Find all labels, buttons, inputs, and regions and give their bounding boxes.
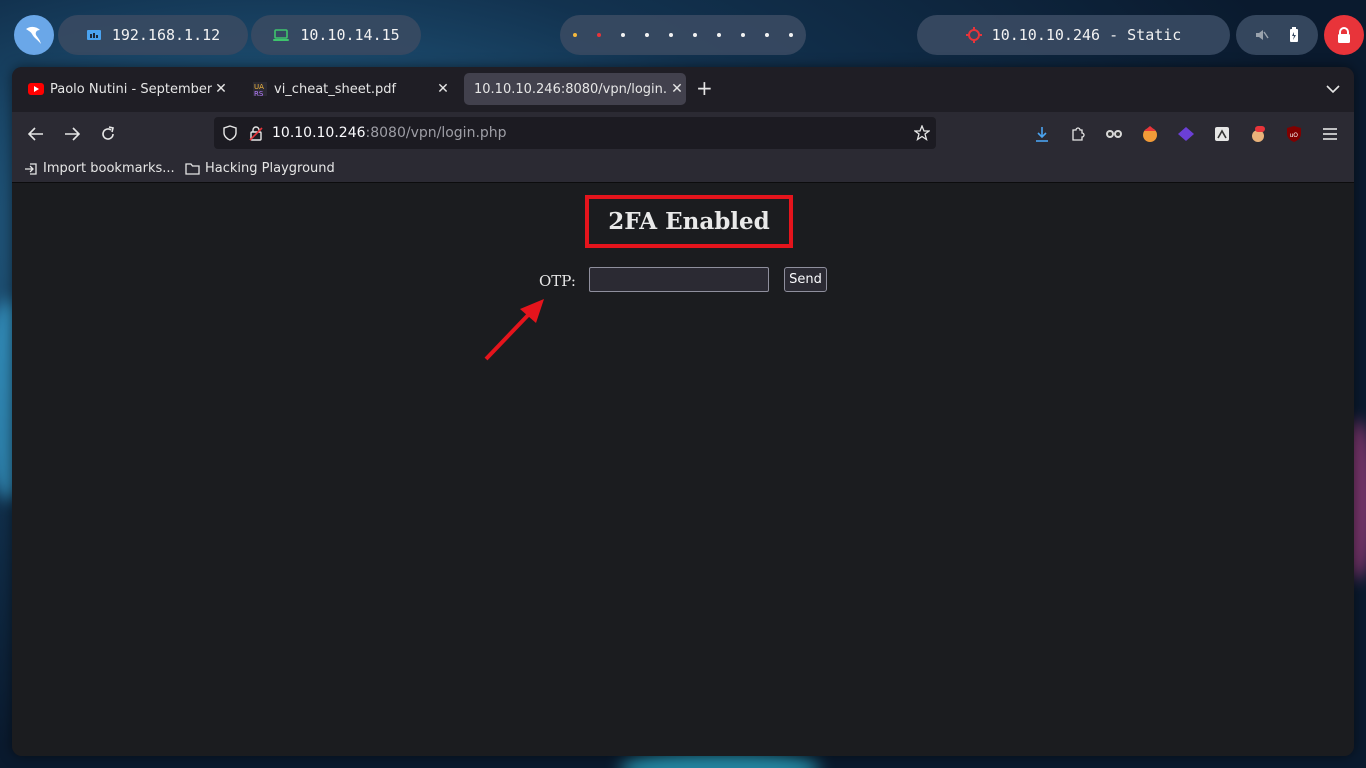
- bookmark-import[interactable]: Import bookmarks...: [24, 161, 175, 176]
- system-tray[interactable]: [1236, 15, 1318, 55]
- lock-screen-button[interactable]: [1324, 15, 1364, 55]
- page-content: 2FA Enabled OTP: Send: [12, 183, 1354, 756]
- folder-icon: [185, 163, 200, 175]
- url-path: :8080/vpn/login.php: [365, 125, 507, 141]
- workspace-dot[interactable]: [573, 33, 577, 37]
- hack-tools-icon[interactable]: [1212, 124, 1232, 144]
- workspace-dot[interactable]: [669, 33, 673, 37]
- target-ip-text: 10.10.10.246 - Static: [991, 26, 1182, 44]
- extensions-puzzle-icon[interactable]: [1068, 124, 1088, 144]
- cookie-editor-icon[interactable]: [1140, 124, 1160, 144]
- new-tab-plus-icon[interactable]: +: [696, 76, 713, 100]
- forward-arrow-icon[interactable]: [62, 124, 82, 144]
- tab-label: 10.10.10.246:8080/vpn/login.p: [474, 81, 668, 97]
- send-button[interactable]: Send: [784, 267, 827, 292]
- svg-text:uO: uO: [1290, 132, 1299, 139]
- workspace-dot[interactable]: [621, 33, 625, 37]
- target-ip-widget[interactable]: 10.10.10.246 - Static: [917, 15, 1230, 55]
- bookmark-label: Hacking Playground: [205, 161, 335, 176]
- tab-close-icon[interactable]: ✕: [434, 81, 452, 97]
- page-title: 2FA Enabled: [608, 208, 770, 235]
- vpn-ip-widget[interactable]: 10.10.14.15: [251, 15, 421, 55]
- menu-hamburger-icon[interactable]: [1320, 124, 1340, 144]
- browser-window: Paolo Nutini - September 2 ✕ UA RS vi_che…: [12, 67, 1354, 756]
- import-icon: [25, 162, 37, 175]
- tab-youtube[interactable]: Paolo Nutini - September 2 ✕: [18, 73, 230, 105]
- ublock-origin-icon[interactable]: uO: [1284, 124, 1304, 144]
- workspace-switcher[interactable]: [560, 15, 806, 55]
- volume-muted-icon[interactable]: [1255, 28, 1269, 42]
- foxyproxy-icon[interactable]: [1104, 124, 1124, 144]
- workspace-dot[interactable]: [645, 33, 649, 37]
- workspace-dot[interactable]: [717, 33, 721, 37]
- vpn-ip-text: 10.10.14.15: [300, 26, 400, 44]
- app-launcher-button[interactable]: [14, 15, 54, 55]
- lock-icon: [1338, 27, 1350, 43]
- shield-icon[interactable]: [223, 125, 237, 141]
- tab-bar: Paolo Nutini - September 2 ✕ UA RS vi_che…: [12, 67, 1354, 112]
- tab-pdf[interactable]: UA RS vi_cheat_sheet.pdf ✕: [242, 73, 452, 105]
- insecure-lock-icon[interactable]: [249, 125, 263, 141]
- local-ip-text: 192.168.1.12: [111, 26, 221, 44]
- bookmark-label: Import bookmarks...: [43, 161, 175, 176]
- bookmark-star-icon[interactable]: [914, 125, 930, 141]
- network-icon: [86, 28, 102, 42]
- back-arrow-icon[interactable]: [26, 124, 46, 144]
- target-crosshair-icon: [965, 27, 982, 43]
- tab-label: Paolo Nutini - September 2: [50, 81, 212, 97]
- url-host: 10.10.10.246: [272, 125, 366, 141]
- downloads-icon[interactable]: [1032, 124, 1052, 144]
- tab-close-icon[interactable]: ✕: [212, 81, 230, 97]
- workspace-dot[interactable]: [789, 33, 793, 37]
- workspace-dot[interactable]: [693, 33, 697, 37]
- wappalyzer-icon[interactable]: [1176, 124, 1196, 144]
- heading-highlight-box: 2FA Enabled: [585, 195, 793, 248]
- workspace-dot[interactable]: [597, 33, 601, 37]
- local-ip-widget[interactable]: 192.168.1.12: [58, 15, 248, 55]
- annotation-arrow-icon: [484, 299, 544, 361]
- top-panel: 192.168.1.12 10.10.14.15 10.10.10.246 - …: [0, 0, 1366, 70]
- navigation-toolbar: 10.10.10.246:8080/vpn/login.php uO: [12, 112, 1354, 155]
- tab-close-icon[interactable]: ✕: [668, 81, 686, 97]
- battery-icon[interactable]: [1289, 27, 1299, 43]
- pdf-icon: UA RS: [252, 81, 268, 97]
- otp-label: OTP:: [539, 272, 576, 290]
- user-agent-switcher-icon[interactable]: [1248, 124, 1268, 144]
- laptop-icon: [272, 28, 290, 42]
- address-bar[interactable]: 10.10.10.246:8080/vpn/login.php: [214, 117, 936, 149]
- workspace-dot[interactable]: [765, 33, 769, 37]
- youtube-icon: [28, 83, 44, 95]
- url-text[interactable]: 10.10.10.246:8080/vpn/login.php: [272, 125, 507, 141]
- workspace-dot[interactable]: [741, 33, 745, 37]
- tab-active-login[interactable]: 10.10.10.246:8080/vpn/login.p ✕: [464, 73, 686, 105]
- reload-icon[interactable]: [98, 124, 118, 144]
- bookmark-folder-hacking-playground[interactable]: Hacking Playground: [185, 161, 335, 176]
- svg-text:RS: RS: [254, 90, 264, 97]
- otp-input[interactable]: [589, 267, 769, 292]
- kali-dragon-icon: [26, 26, 41, 44]
- tab-list-chevron-icon[interactable]: [1326, 79, 1340, 98]
- bookmarks-toolbar: Import bookmarks... Hacking Playground: [12, 155, 1354, 183]
- tab-label: vi_cheat_sheet.pdf: [274, 81, 397, 97]
